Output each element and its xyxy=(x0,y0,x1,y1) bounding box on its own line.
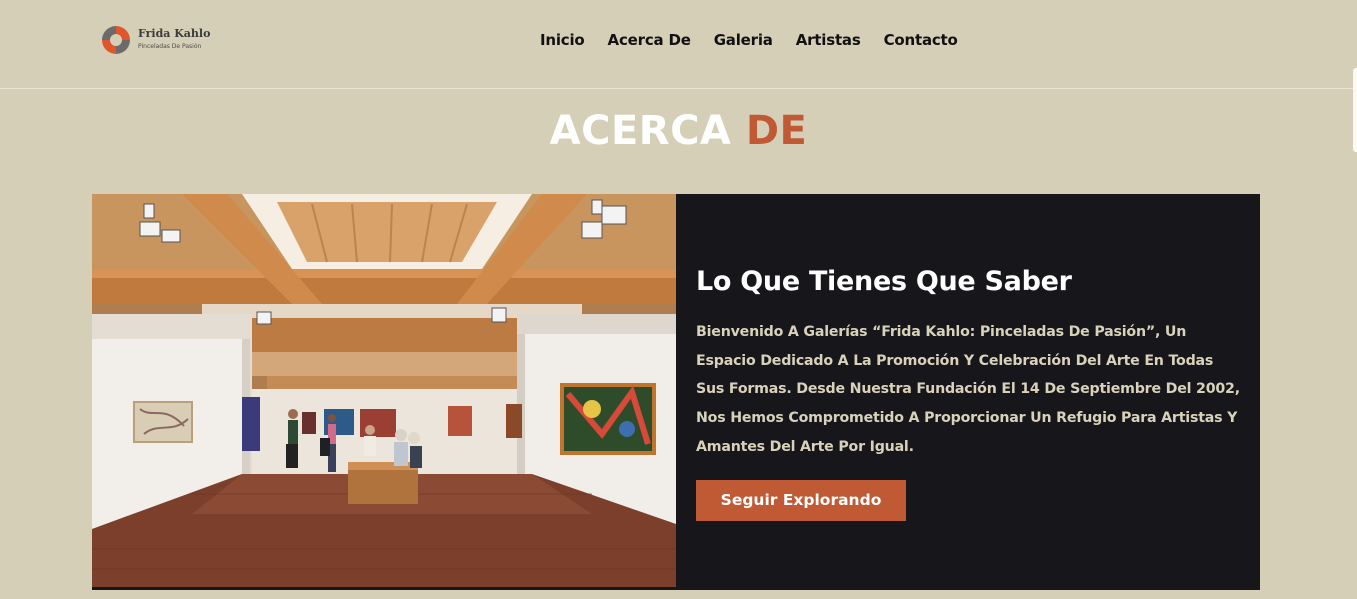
about-body-text: Bienvenido A Galerías “Frida Kahlo: Pinc… xyxy=(696,324,1240,455)
about-heading: Lo Que Tienes Que Saber xyxy=(696,266,1072,297)
page-title-word-1: ACERCA xyxy=(549,108,732,154)
site-header: Frida Kahlo Pinceladas De Pasión Inicio … xyxy=(0,0,1357,89)
nav-link-contacto[interactable]: Contacto xyxy=(884,31,958,49)
brand-name: Frida Kahlo xyxy=(138,27,211,40)
seguir-explorando-button[interactable]: Seguir Explorando xyxy=(696,480,906,521)
main-nav: Inicio Acerca De Galeria Artistas Contac… xyxy=(540,31,958,49)
nav-link-artistas[interactable]: Artistas xyxy=(796,31,861,49)
nav-link-acerca-de[interactable]: Acerca De xyxy=(608,31,691,49)
gallery-interior-photo xyxy=(92,194,676,587)
about-info: Lo Que Tienes Que Saber Bienvenido A Gal… xyxy=(696,194,1246,590)
logo-mark-icon xyxy=(102,26,130,54)
about-card: Lo Que Tienes Que Saber Bienvenido A Gal… xyxy=(92,194,1260,590)
nav-link-inicio[interactable]: Inicio xyxy=(540,31,585,49)
page-title: ACERCA DE xyxy=(0,108,1357,154)
brand-logo[interactable]: Frida Kahlo Pinceladas De Pasión xyxy=(100,22,230,58)
nav-link-galeria[interactable]: Galeria xyxy=(714,31,773,49)
page-title-word-2: DE xyxy=(745,108,808,154)
brand-tagline: Pinceladas De Pasión xyxy=(138,43,202,50)
